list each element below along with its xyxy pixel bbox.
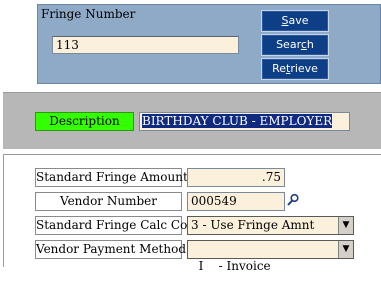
calc-code-value: 3 - Use Fringe Amnt — [191, 218, 315, 232]
standard-fringe-amount-input[interactable]: .75 — [187, 168, 285, 187]
payment-method-select[interactable]: I - Invoice ▼ — [187, 240, 354, 273]
calc-code-select[interactable]: 3 - Use Fringe Amnt ▼ — [187, 216, 354, 235]
payment-method-label: Vendor Payment Method — [35, 240, 186, 259]
calc-code-label: Standard Fringe Calc Code — [35, 216, 202, 235]
save-button[interactable]: Save — [261, 10, 329, 32]
payment-method-value: I - Invoice — [198, 259, 271, 273]
fringe-number-input[interactable]: 113 — [52, 36, 239, 54]
magnifier-icon[interactable] — [286, 193, 300, 207]
search-button[interactable]: Search — [261, 34, 329, 56]
vendor-number-input[interactable]: 000549 — [187, 192, 285, 211]
description-button[interactable]: Description — [35, 112, 134, 131]
fringe-number-label: Fringe Number — [41, 7, 136, 21]
description-input[interactable]: BIRTHDAY CLUB - EMPLOYER — [139, 112, 350, 131]
vendor-number-label: Vendor Number — [35, 192, 182, 211]
standard-fringe-amount-label: Standard Fringe Amount — [35, 168, 188, 187]
description-selected-text: BIRTHDAY CLUB - EMPLOYER — [142, 114, 333, 128]
chevron-down-icon[interactable]: ▼ — [338, 217, 353, 234]
retrieve-button[interactable]: Retrieve — [261, 58, 329, 80]
chevron-down-icon[interactable]: ▼ — [338, 241, 353, 258]
